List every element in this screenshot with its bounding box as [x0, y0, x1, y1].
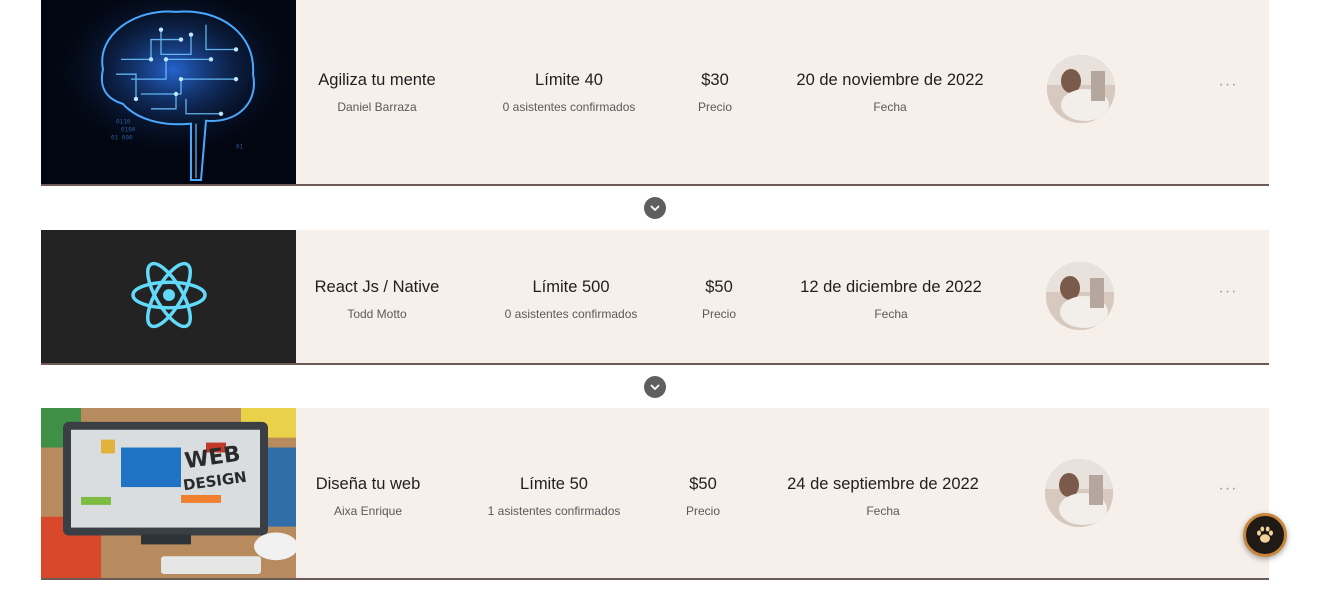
event-image-web-design: WEB DESIGN	[41, 408, 296, 578]
event-attendees: 0 asistentes confirmados	[502, 100, 636, 114]
event-author: Todd Motto	[347, 307, 407, 321]
event-title: Agiliza tu mente	[318, 71, 436, 89]
svg-text:0100: 0100	[121, 127, 136, 134]
chevron-down-icon[interactable]	[644, 197, 666, 219]
avatar[interactable]	[1046, 262, 1114, 330]
event-date-label: Fecha	[874, 307, 908, 321]
event-date-block: 24 de septiembre de 2022 Fecha	[787, 475, 979, 518]
event-limit-block: Límite 40 0 asistentes confirmados	[503, 71, 636, 114]
event-image-brain: 0110 0100 01 000 01	[41, 0, 296, 184]
svg-text:0110: 0110	[116, 119, 131, 126]
event-author: Daniel Barraza	[337, 100, 417, 114]
event-date-label: Fecha	[873, 100, 907, 114]
event-date-block: 20 de noviembre de 2022 Fecha	[796, 71, 983, 114]
event-price-block: $50 Precio	[702, 278, 736, 321]
event-price: $30	[701, 71, 729, 89]
event-card[interactable]: 0110 0100 01 000 01 Agiliza tu mente Danie…	[41, 0, 1269, 186]
event-price: $50	[705, 278, 733, 296]
event-card[interactable]: WEB DESIGN Diseña tu web Aixa Enrique Lí…	[41, 408, 1269, 580]
event-date: 20 de noviembre de 2022	[796, 71, 984, 89]
event-price-block: $50 Precio	[686, 475, 720, 518]
chevron-down-icon[interactable]	[644, 376, 666, 398]
more-dots-icon[interactable]: ···	[1219, 76, 1238, 94]
svg-text:01: 01	[236, 143, 244, 150]
event-price: $50	[689, 475, 717, 493]
event-card[interactable]: React Js / Native Todd Motto Límite 500 …	[41, 230, 1269, 365]
event-author: Aixa Enrique	[333, 504, 403, 518]
event-title: React Js / Native	[314, 278, 440, 296]
event-price-block: $30 Precio	[698, 71, 732, 114]
event-price-label: Precio	[685, 504, 721, 518]
event-title: Diseña tu web	[315, 475, 421, 493]
event-date: 12 de diciembre de 2022	[800, 278, 982, 296]
avatar[interactable]	[1045, 459, 1113, 527]
event-attendees: 1 asistentes confirmados	[487, 504, 621, 518]
event-date: 24 de septiembre de 2022	[787, 475, 979, 493]
event-date-block: 12 de diciembre de 2022 Fecha	[800, 278, 982, 321]
event-limit-block: Límite 500 0 asistentes confirmados	[505, 278, 638, 321]
event-date-label: Fecha	[866, 504, 900, 518]
event-title-block: React Js / Native Todd Motto	[315, 278, 440, 321]
avatar[interactable]	[1047, 55, 1115, 123]
paw-icon[interactable]	[1243, 513, 1287, 557]
event-attendees: 0 asistentes confirmados	[504, 307, 638, 321]
more-dots-icon[interactable]: ···	[1219, 283, 1238, 301]
event-title-block: Diseña tu web Aixa Enrique	[316, 475, 421, 518]
event-limit-block: Límite 50 1 asistentes confirmados	[488, 475, 621, 518]
event-price-label: Precio	[701, 307, 737, 321]
event-price-label: Precio	[697, 100, 733, 114]
event-limit: Límite 40	[535, 71, 603, 89]
event-title-block: Agiliza tu mente Daniel Barraza	[318, 71, 435, 114]
more-dots-icon[interactable]: ···	[1219, 480, 1238, 498]
svg-text:01 000: 01 000	[111, 135, 133, 142]
event-limit: Límite 50	[520, 475, 588, 493]
event-image-react	[41, 230, 296, 363]
event-limit: Límite 500	[532, 278, 610, 296]
